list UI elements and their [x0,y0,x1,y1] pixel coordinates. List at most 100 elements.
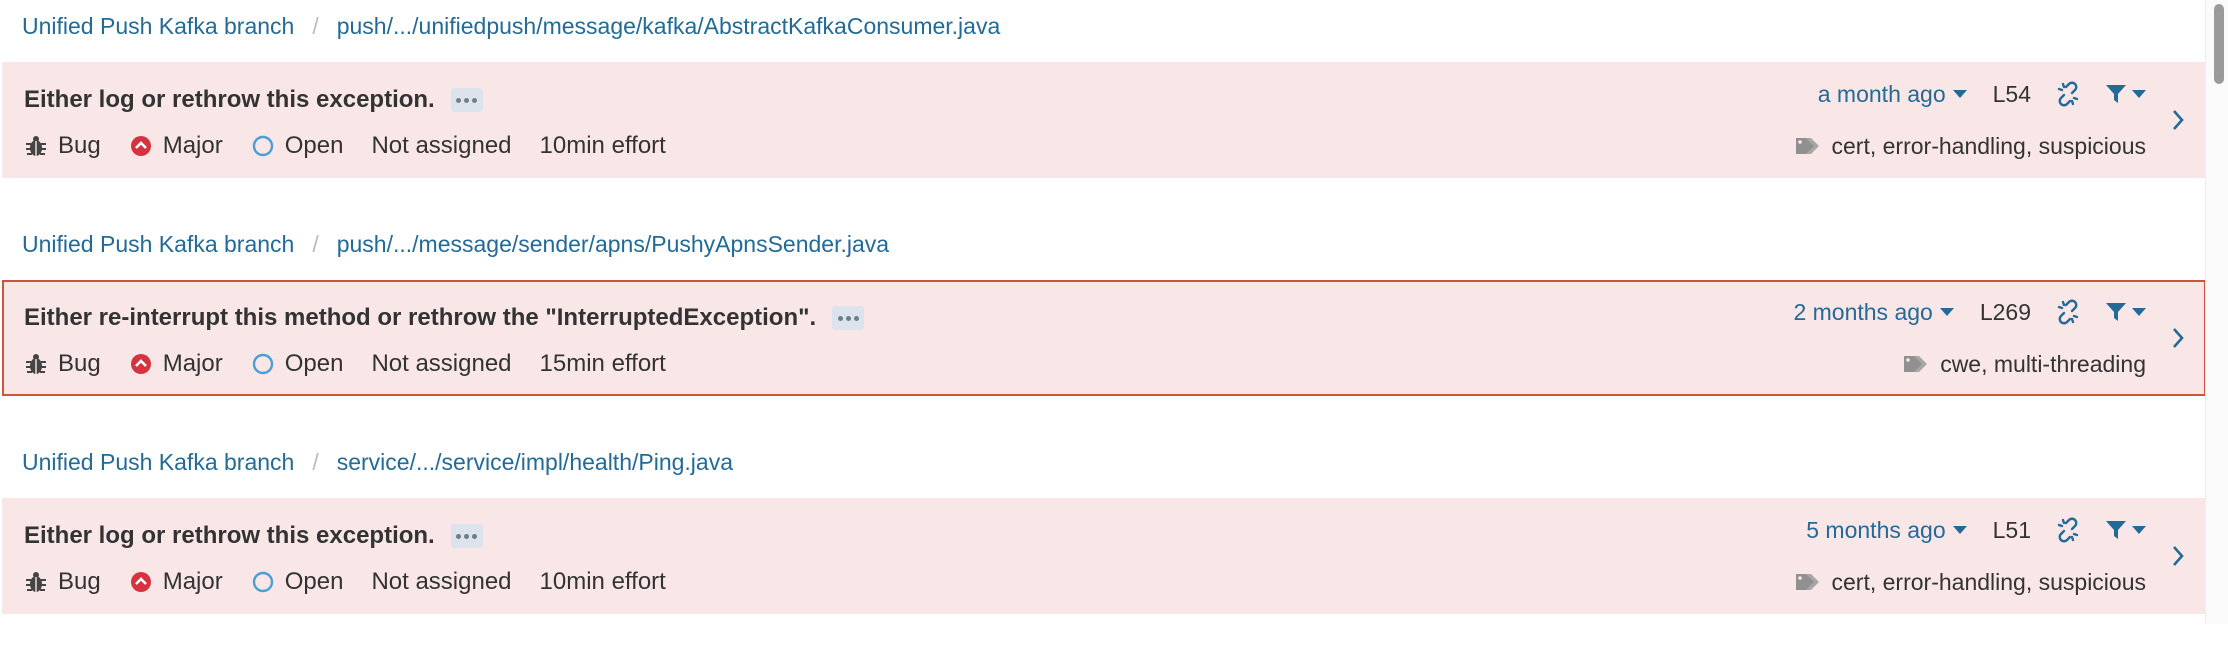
breadcrumb: Unified Push Kafka branch / push/.../messa… [22,230,889,258]
filter-caret-icon [2132,308,2146,316]
file-path-link[interactable]: service/.../service/impl/health/Ping.jav… [337,449,733,475]
open-status-icon [251,570,275,594]
issue-tags[interactable]: cert, error-handling, suspicious [1794,566,2146,598]
tag-icon [1794,571,1824,593]
project-link[interactable]: Unified Push Kafka branch [22,449,294,475]
issue-severity[interactable]: Major [129,132,223,160]
line-number: L269 [1979,298,2031,325]
issue-tags[interactable]: cwe, multi-threading [1902,348,2146,380]
unlink-icon[interactable] [2055,299,2081,325]
unlink-icon[interactable] [2055,517,2081,543]
issue-meta: Bug Major Open Not assigned 10min effort [24,566,694,598]
issue-actions: 2 months ago L269 [1793,296,2146,328]
effort: 15min effort [539,350,666,377]
issue-type[interactable]: Bug [24,132,101,160]
tags-label: cert, error-handling, suspicious [1831,132,2146,159]
project-link[interactable]: Unified Push Kafka branch [22,231,294,257]
filter-caret-icon [2132,526,2146,534]
bug-icon [24,134,48,158]
project-link[interactable]: Unified Push Kafka branch [22,13,294,39]
chevron-right-icon[interactable] [2166,104,2190,136]
major-severity-icon [129,570,153,594]
more-icon[interactable] [450,524,483,548]
unlink-icon[interactable] [2055,81,2081,107]
breadcrumb-separator: / [312,13,319,39]
status-label: Open [284,132,344,159]
issue-status[interactable]: Open [251,132,344,160]
severity-label: Major [162,132,223,159]
major-severity-icon [129,134,153,158]
issue-message[interactable]: Either log or rethrow this exception. [24,86,435,114]
chevron-down-icon [1939,308,1954,316]
breadcrumb: Unified Push Kafka branch / service/.../se… [22,448,733,476]
scrollbar[interactable] [2205,0,2228,624]
bug-icon [24,352,48,376]
issue-type[interactable]: Bug [24,350,101,378]
issue-date: 5 months ago [1806,516,1946,543]
assignee[interactable]: Not assigned [371,132,511,160]
filter-icon[interactable] [2105,301,2146,323]
severity-label: Major [162,568,223,595]
issue-date: 2 months ago [1793,298,1933,325]
issue-type-label: Bug [58,568,101,595]
issue-group: Unified Push Kafka branch / push/.../messa… [0,218,2206,436]
issue-actions: a month ago L54 [1818,78,2146,110]
status-label: Open [284,350,344,377]
issue-severity[interactable]: Major [129,350,223,378]
effort: 10min effort [539,568,666,595]
tags-label: cwe, multi-threading [1940,350,2146,377]
file-path-link[interactable]: push/.../message/sender/apns/PushyApnsSe… [337,231,889,257]
filter-icon[interactable] [2105,519,2146,541]
issue-message[interactable]: Either re-interrupt this method or rethr… [24,304,816,332]
issue-group: Unified Push Kafka branch / service/.../se… [0,436,2206,654]
chevron-right-icon[interactable] [2166,540,2190,572]
line-number: L54 [1992,80,2031,107]
issue-meta: Bug Major Open Not assigned 10min effort [24,130,694,162]
tag-icon [1794,135,1824,157]
open-status-icon [251,352,275,376]
chevron-right-icon[interactable] [2166,322,2190,354]
filter-caret-icon [2132,90,2146,98]
assignee[interactable]: Not assigned [371,568,511,596]
breadcrumb-separator: / [312,449,319,475]
issue-type-label: Bug [58,350,101,377]
issue-tags[interactable]: cert, error-handling, suspicious [1794,130,2146,162]
filter-icon[interactable] [2105,83,2146,105]
tag-icon [1902,353,1932,375]
major-severity-icon [129,352,153,376]
severity-label: Major [162,350,223,377]
breadcrumb-separator: / [312,231,319,257]
issue-message-row: Either log or rethrow this exception. [24,84,483,116]
issue-card[interactable]: Either log or rethrow this exception. Bu… [2,498,2206,614]
breadcrumb: Unified Push Kafka branch / push/.../unifi… [22,12,1000,40]
issue-card-selected[interactable]: Either re-interrupt this method or rethr… [2,280,2206,396]
chevron-down-icon [1952,526,1967,534]
open-status-icon [251,134,275,158]
issue-message[interactable]: Either log or rethrow this exception. [24,522,435,550]
date-dropdown[interactable]: 2 months ago [1793,298,1954,326]
tags-label: cert, error-handling, suspicious [1831,568,2146,595]
issue-status[interactable]: Open [251,350,344,378]
issue-group: Unified Push Kafka branch / push/.../unifi… [0,0,2206,218]
issue-type-label: Bug [58,132,101,159]
more-icon[interactable] [450,88,483,112]
issue-message-row: Either log or rethrow this exception. [24,520,483,552]
file-path-link[interactable]: push/.../unifiedpush/message/kafka/Abstr… [337,13,1001,39]
issue-card[interactable]: Either log or rethrow this exception. Bu… [2,62,2206,178]
issue-meta: Bug Major Open Not assigned 15min effort [24,348,694,380]
issue-message-row: Either re-interrupt this method or rethr… [24,302,865,334]
issue-status[interactable]: Open [251,568,344,596]
issue-severity[interactable]: Major [129,568,223,596]
effort: 10min effort [539,132,666,159]
more-icon[interactable] [832,306,865,330]
issues-list: Unified Push Kafka branch / push/.../unifi… [0,0,2206,654]
issue-type[interactable]: Bug [24,568,101,596]
assignee[interactable]: Not assigned [371,350,511,378]
scrollbar-thumb[interactable] [2214,4,2224,84]
bug-icon [24,570,48,594]
issue-date: a month ago [1817,80,1946,107]
status-label: Open [284,568,344,595]
date-dropdown[interactable]: a month ago [1818,81,1967,108]
issue-actions: 5 months ago L51 [1806,514,2146,546]
date-dropdown[interactable]: 5 months ago [1806,516,1967,544]
